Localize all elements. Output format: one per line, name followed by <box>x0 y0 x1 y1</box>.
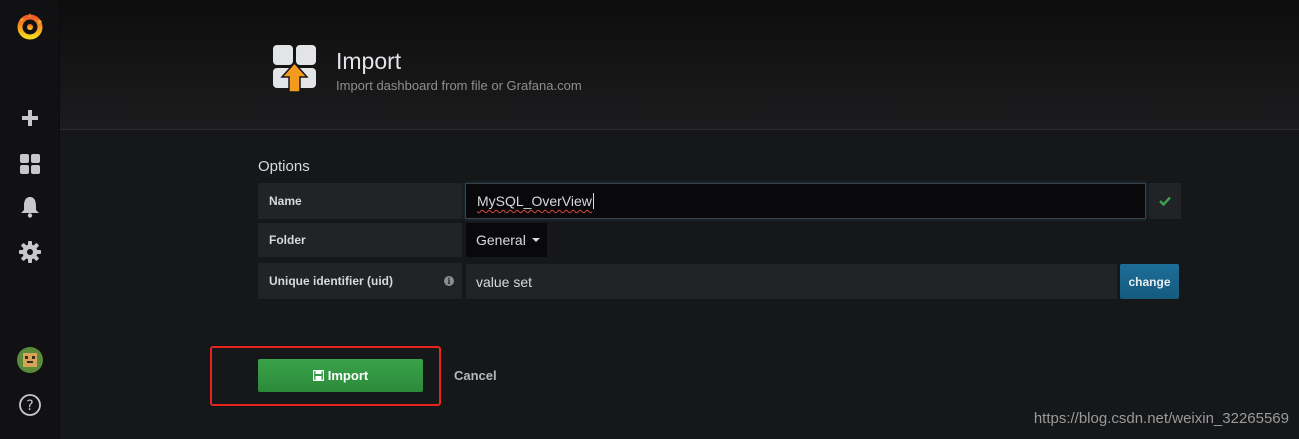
gear-icon[interactable] <box>0 237 60 267</box>
watermark-text: https://blog.csdn.net/weixin_32265569 <box>1033 410 1289 427</box>
folder-label-text: Folder <box>269 233 306 247</box>
save-icon <box>312 370 324 381</box>
info-icon[interactable]: i <box>444 276 454 286</box>
grafana-logo-icon[interactable] <box>0 12 60 42</box>
folder-select[interactable]: General <box>466 223 547 257</box>
user-avatar[interactable] <box>0 345 60 375</box>
dashboards-icon[interactable] <box>0 149 60 179</box>
page-title: Import <box>336 48 402 74</box>
text-cursor <box>592 193 594 209</box>
uid-value: value set <box>466 264 1117 299</box>
name-valid-indicator <box>1149 183 1181 219</box>
uid-value-text: value set <box>476 273 533 290</box>
svg-text:?: ? <box>26 398 33 414</box>
import-button[interactable]: Import <box>258 359 423 392</box>
plus-icon[interactable] <box>0 103 60 133</box>
help-icon[interactable]: ? <box>0 390 60 420</box>
import-button-label: Import <box>327 368 369 383</box>
cancel-link[interactable]: Cancel <box>454 368 497 383</box>
page-subtitle: Import dashboard from file or Grafana.co… <box>336 78 582 93</box>
options-heading: Options <box>258 158 310 175</box>
import-dashboard-icon <box>272 44 318 94</box>
chevron-down-icon <box>531 238 540 242</box>
bell-icon[interactable] <box>0 192 60 222</box>
folder-label: Folder <box>258 223 462 257</box>
change-uid-button[interactable]: change <box>1120 264 1179 299</box>
sidebar: ? <box>0 0 60 439</box>
folder-select-value: General <box>476 232 526 248</box>
uid-label: Unique identifier (uid) i <box>258 263 462 299</box>
page-header: Import Import dashboard from file or Gra… <box>60 0 1299 130</box>
name-input-value: MySQL_OverView <box>477 193 592 209</box>
name-label-text: Name <box>269 194 302 208</box>
name-label: Name <box>258 183 462 219</box>
checkmark-icon <box>1159 196 1171 206</box>
name-input[interactable]: MySQL_OverView <box>465 183 1146 219</box>
uid-label-text: Unique identifier (uid) <box>269 274 393 288</box>
